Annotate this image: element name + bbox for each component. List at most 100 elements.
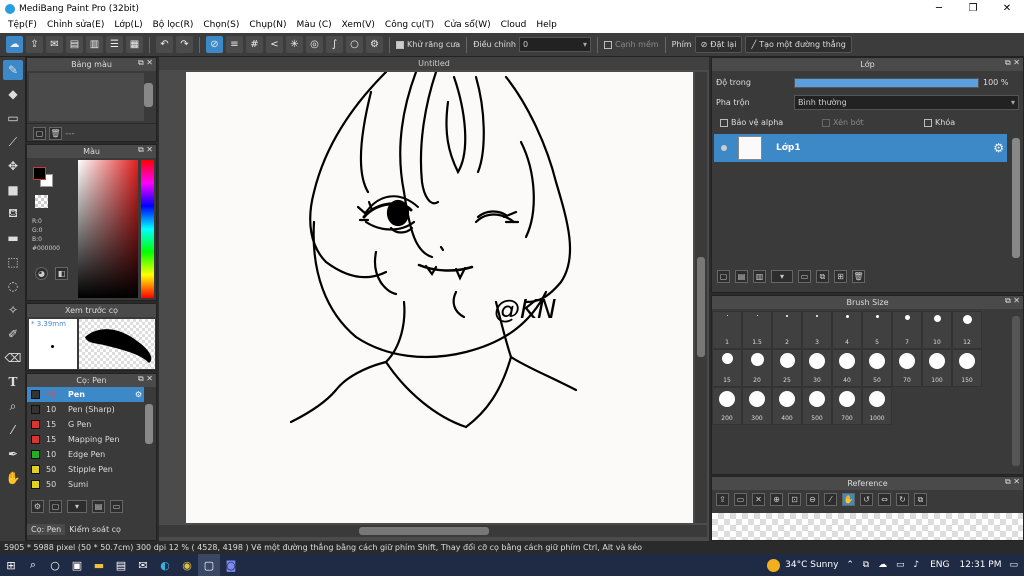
edge-toggle[interactable]: Cạnh mềm <box>603 40 659 49</box>
menu-help[interactable]: Help <box>531 20 562 30</box>
file-explorer-icon[interactable]: ▬ <box>88 554 110 576</box>
page-icon[interactable]: ▥ <box>86 36 103 53</box>
menu-tools[interactable]: Công cụ(T) <box>380 20 439 30</box>
brush-settings-icon[interactable]: ⚙ <box>31 500 44 513</box>
brush-size-cell[interactable]: 15 <box>712 349 742 387</box>
brush-size-cell[interactable]: 500 <box>802 387 832 425</box>
panel-controls[interactable]: ⧉ ✕ <box>1005 477 1020 487</box>
gear-icon[interactable]: ⚙ <box>366 36 383 53</box>
vertical-scroll-thumb[interactable] <box>697 257 705 357</box>
brush-size-cell[interactable]: 40 <box>832 349 862 387</box>
delete-layer-icon[interactable]: 🗑 <box>852 270 865 283</box>
alpha-protect-toggle[interactable]: Bảo vệ alpha <box>720 118 783 127</box>
brush-item-g-pen[interactable]: 15 G Pen <box>27 417 144 432</box>
parallel-snap-icon[interactable]: ≡ <box>226 36 243 53</box>
canvas-vertical-scrollbar[interactable] <box>695 72 707 523</box>
drawing-canvas[interactable]: @KN <box>186 72 693 523</box>
brush-item-edge-pen[interactable]: 10 Edge Pen <box>27 447 144 462</box>
duplicate-layer-icon[interactable]: ⧉ <box>816 270 829 283</box>
transparent-swatch[interactable] <box>35 195 48 208</box>
share-icon[interactable]: ⇪ <box>26 36 43 53</box>
reference-close-icon[interactable]: ✕ <box>752 493 765 506</box>
zoom-in-icon[interactable]: ⊕ <box>770 493 783 506</box>
edge-checkbox[interactable] <box>603 40 612 49</box>
folder-icon[interactable]: ▭ <box>798 270 811 283</box>
brush-item-stipple-pen[interactable]: 50 Stipple Pen <box>27 462 144 477</box>
store-icon[interactable]: ▤ <box>110 554 132 576</box>
maximize-button[interactable]: ❐ <box>956 3 990 14</box>
brush-size-cell[interactable]: 700 <box>832 387 862 425</box>
rectangle-tool-icon[interactable]: ▭ <box>3 108 23 128</box>
tab-brush-control[interactable]: Kiểm soát cọ <box>65 524 125 535</box>
delete-palette-icon[interactable]: 🗑 <box>49 127 62 140</box>
opacity-slider[interactable] <box>794 78 979 88</box>
brush-size-cell[interactable]: 30 <box>802 349 832 387</box>
copy-brush-icon[interactable]: ▤ <box>92 500 105 513</box>
folder-icon[interactable]: ▭ <box>110 500 123 513</box>
cloud-icon[interactable]: ☁ <box>6 36 23 53</box>
merge-layer-icon[interactable]: ⊞ <box>834 270 847 283</box>
brush-size-cell[interactable]: 1.5 <box>742 311 772 349</box>
menu-view[interactable]: Xem(V) <box>337 20 380 30</box>
new-palette-icon[interactable]: ▢ <box>33 127 46 140</box>
new-brush-icon[interactable]: ▢ <box>49 500 62 513</box>
panel-controls[interactable]: ⧉ ✕ <box>1005 58 1020 68</box>
menu-edit[interactable]: Chỉnh sửa(E) <box>42 20 109 30</box>
line-tool-icon[interactable]: ⟋ <box>3 132 23 152</box>
brush-size-cell[interactable]: 3 <box>802 311 832 349</box>
document-tab[interactable]: Untitled <box>159 57 709 70</box>
comment-icon[interactable]: ✉ <box>46 36 63 53</box>
snap-off-icon[interactable]: ⊘ <box>206 36 223 53</box>
panel-controls[interactable]: ⧉ ✕ <box>138 58 153 68</box>
rotate-right-icon[interactable]: ↻ <box>896 493 909 506</box>
gradient-tool-icon[interactable]: ▬ <box>3 228 23 248</box>
copy-icon[interactable]: ⧉ <box>914 493 927 506</box>
select-tool-icon[interactable]: ⬚ <box>3 252 23 272</box>
tab-brush[interactable]: Cọ: Pen <box>27 524 66 535</box>
add-brush-icon[interactable]: ▾ <box>67 500 87 513</box>
brush-size-cell[interactable]: 4 <box>832 311 862 349</box>
brush-size-cell[interactable]: 5 <box>862 311 892 349</box>
alpha-checkbox[interactable] <box>720 118 728 127</box>
menu-window[interactable]: Cửa sổ(W) <box>439 20 495 30</box>
saturation-value-picker[interactable] <box>78 160 138 298</box>
foreground-swatch[interactable] <box>33 167 46 180</box>
move-tool-icon[interactable]: ✥ <box>3 156 23 176</box>
lock-toggle[interactable]: Khóa <box>924 118 955 127</box>
visibility-icon[interactable] <box>721 145 727 151</box>
dialog-tool-icon[interactable]: ⌕ <box>3 396 23 416</box>
eraser-tool-icon[interactable]: ◆ <box>3 84 23 104</box>
brush-size-cell[interactable]: 10 <box>922 311 952 349</box>
brush-size-cell[interactable]: 100 <box>922 349 952 387</box>
layer-list-scrollbar[interactable] <box>1012 138 1020 258</box>
pen-tool-icon[interactable]: ✒ <box>3 444 23 464</box>
bucket-tool-icon[interactable]: ⛾ <box>3 204 23 224</box>
antialias-toggle[interactable]: Khử răng cưa <box>396 40 460 49</box>
new-halftone-layer-icon[interactable]: ▤ <box>735 270 748 283</box>
menu-cloud[interactable]: Cloud <box>496 20 532 30</box>
new-layer-icon[interactable]: ▢ <box>717 270 730 283</box>
menu-snap[interactable]: Chụp(N) <box>244 20 291 30</box>
canvas-horizontal-scrollbar[interactable] <box>159 525 707 537</box>
zoom-out-icon[interactable]: ⊖ <box>806 493 819 506</box>
search-icon[interactable]: ⌕ <box>22 554 44 576</box>
color-picker-icon[interactable]: ◧ <box>55 267 68 280</box>
adjust-select[interactable]: 0 <box>518 37 591 52</box>
brush-size-cell[interactable]: 150 <box>952 349 982 387</box>
brush-size-cell[interactable]: 50 <box>862 349 892 387</box>
horizontal-scroll-thumb[interactable] <box>359 527 489 535</box>
tray-icons[interactable]: ⌃ ⧉ ☁ ▭ ♪ <box>846 560 922 570</box>
brush-item-sumi[interactable]: 50 Sumi <box>27 477 144 492</box>
cortana-icon[interactable]: ○ <box>44 554 66 576</box>
cross-snap-icon[interactable]: # <box>246 36 263 53</box>
hand-icon[interactable]: ✋ <box>842 493 855 506</box>
gear-icon[interactable]: ⚙ <box>993 141 1004 155</box>
panel-controls[interactable]: ⧉ ✕ <box>138 374 153 384</box>
circle-snap-icon[interactable]: ○ <box>346 36 363 53</box>
color-wheel-icon[interactable]: ◕ <box>35 267 48 280</box>
palette-area[interactable] <box>29 73 144 121</box>
lock-checkbox[interactable] <box>924 118 932 127</box>
reference-cloud-icon[interactable]: ⇪ <box>716 493 729 506</box>
minimize-button[interactable]: ─ <box>922 3 956 14</box>
fill-rect-tool-icon[interactable]: ■ <box>3 180 23 200</box>
